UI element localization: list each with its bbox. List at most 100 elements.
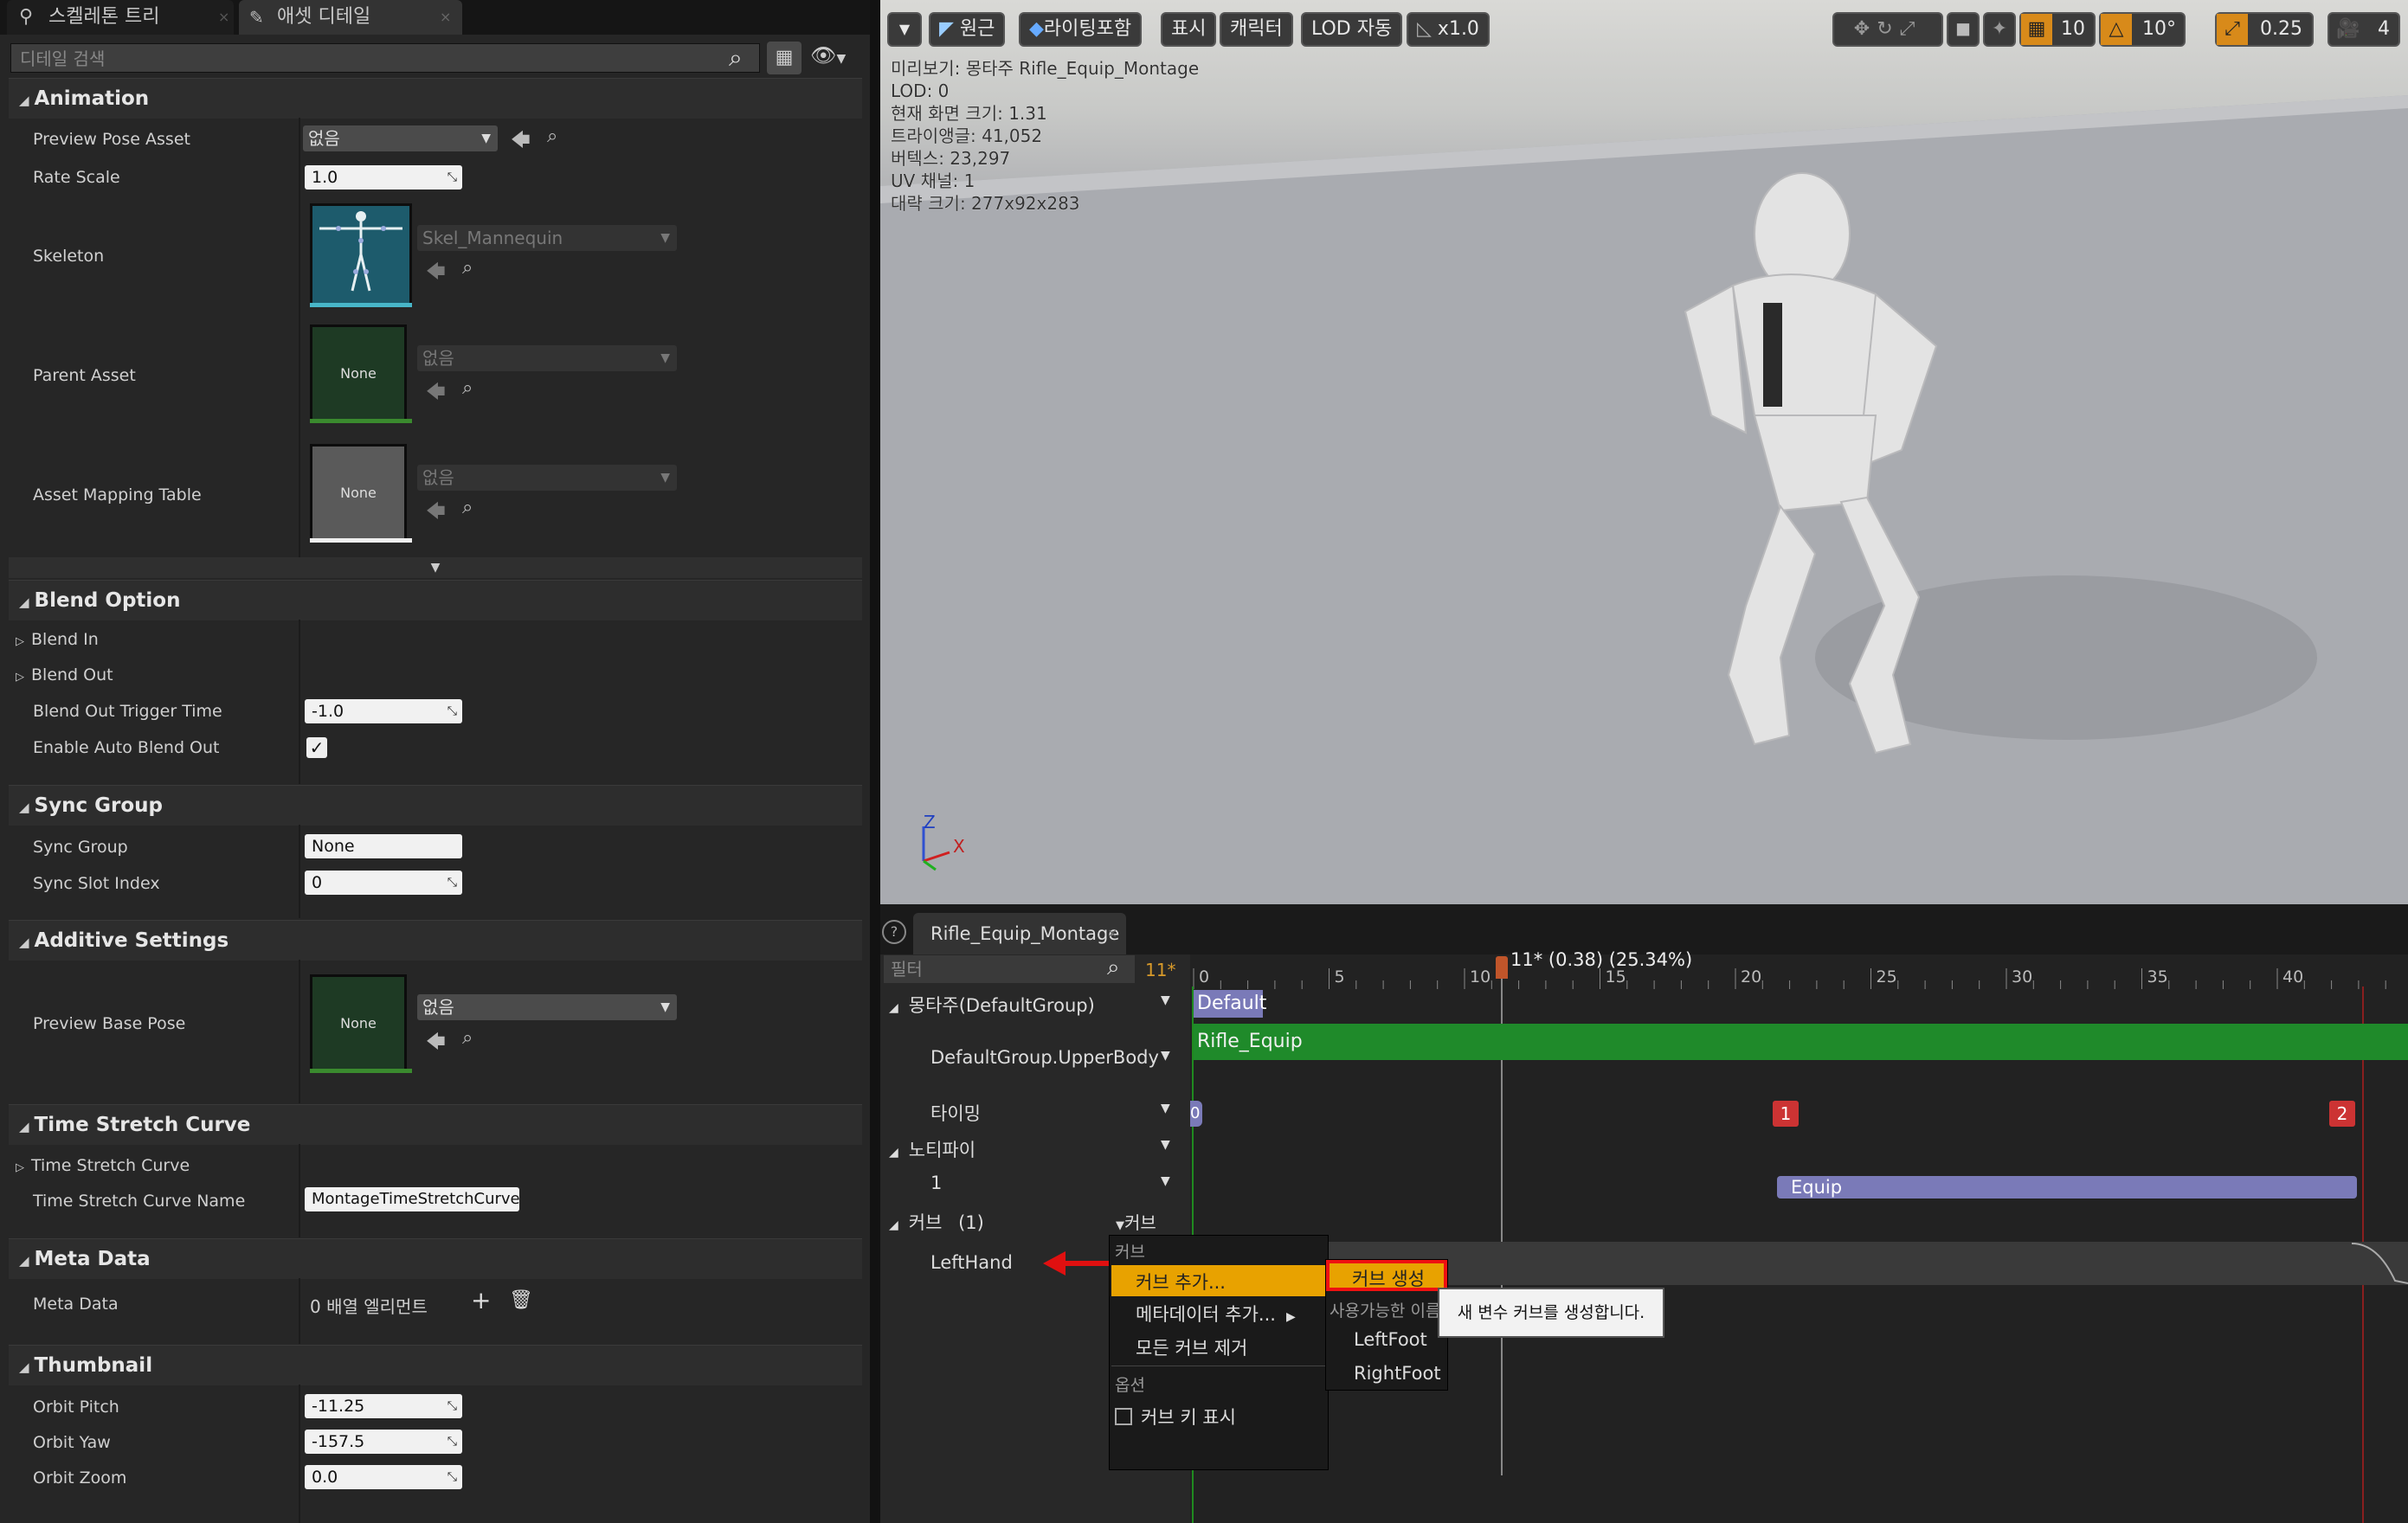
expand-advanced-button[interactable]: ▼ <box>9 557 862 578</box>
timing-marker-2[interactable]: 2 <box>2329 1101 2355 1127</box>
track-notify-1[interactable]: 1 ▼ <box>930 1173 1183 1193</box>
browse-search-icon[interactable]: ⌕ <box>547 125 557 147</box>
track-slot-upperbody[interactable]: DefaultGroup.UpperBody ▼ <box>930 1047 1183 1068</box>
info-line: LOD: 0 <box>891 80 950 101</box>
preview-base-pose-dropdown[interactable]: 없음 ▼ <box>417 994 677 1020</box>
section-time-stretch-curve[interactable]: ◢ Time Stretch Curve <box>9 1104 862 1145</box>
track-montage-group[interactable]: ◢ 몽타주(DefaultGroup) ▼ <box>889 992 1183 1018</box>
surface-snap-button[interactable]: ✦ <box>1983 12 2016 47</box>
help-icon[interactable]: ? <box>882 920 906 944</box>
chevron-down-icon[interactable]: ▼ <box>1161 993 1170 1007</box>
trash-icon[interactable]: 🗑 <box>509 1289 533 1311</box>
tab-skeleton-tree[interactable]: ⚲ 스켈레톤 트리 × <box>7 0 234 35</box>
time-stretch-curve-name-field[interactable]: MontageTimeStretchCurve <box>305 1187 520 1211</box>
timeline-ruler[interactable]: 0 5 10 15 20 25 30 35 40 <box>1190 954 2408 989</box>
track-curve-lefthand[interactable]: LeftHand <box>930 1252 1013 1273</box>
orbit-zoom-field[interactable]: 0.0 ⤡ <box>305 1465 462 1489</box>
asset-mapping-table-thumbnail[interactable]: None <box>310 444 407 541</box>
chevron-down-icon[interactable]: ▼ <box>1161 1174 1170 1188</box>
menu-item-rightfoot[interactable]: RightFoot <box>1354 1363 1441 1384</box>
chevron-down-icon[interactable]: ▼ <box>1161 1049 1170 1063</box>
track-notifies[interactable]: ◢ 노티파이 ▼ <box>889 1136 1183 1162</box>
preview-base-pose-thumbnail[interactable]: None <box>310 974 407 1071</box>
lod-auto-button[interactable]: LOD 자동 <box>1301 12 1403 47</box>
use-selected-arrow-icon[interactable]: 🡄 <box>511 125 531 158</box>
panel-splitter[interactable] <box>870 0 880 1523</box>
tab-close-icon[interactable]: × <box>1107 913 1117 954</box>
section-thumbnail[interactable]: ◢ Thumbnail <box>9 1345 862 1385</box>
timing-marker-start[interactable]: 0 <box>1190 1101 1202 1127</box>
browse-search-icon[interactable]: ⌕ <box>462 257 473 279</box>
transform-tools-group[interactable]: ✥↻⤢ <box>1832 12 1943 47</box>
chevron-down-icon[interactable]: ▼ <box>1161 1138 1170 1152</box>
tab-rifle-equip-montage[interactable]: Rifle_Equip_Montage × <box>913 913 1126 954</box>
current-frame-field[interactable]: 11* <box>1145 960 1175 980</box>
track-filter-input[interactable]: 필터 <box>884 955 1135 983</box>
tab-asset-details[interactable]: ✎ 애셋 디테일 × <box>239 0 462 35</box>
grid-snap-button[interactable]: ▦ 10 <box>2019 12 2096 47</box>
perspective-button[interactable]: ◤ 원근 <box>929 12 1006 47</box>
use-selected-arrow-icon[interactable]: 🡄 <box>426 1027 446 1060</box>
playhead-handle[interactable] <box>1496 956 1508 979</box>
asset-mapping-table-dropdown[interactable]: 없음 ▼ <box>417 465 677 491</box>
blend-out-row[interactable]: ▷ Blend Out <box>16 665 113 684</box>
orbit-pitch-field[interactable]: -11.25 ⤡ <box>305 1394 462 1418</box>
lighting-mode-button[interactable]: ◆라이팅포함 <box>1019 12 1143 47</box>
menu-item-add-metadata[interactable]: 메타데이터 추가... ▶ <box>1136 1301 1296 1327</box>
section-animation[interactable]: ◢ Animation <box>9 78 862 119</box>
section-sync-group[interactable]: ◢ Sync Group <box>9 785 862 826</box>
camera-speed-button[interactable]: 🎥 4 <box>2328 12 2400 47</box>
parent-asset-thumbnail[interactable]: None <box>310 325 407 421</box>
tab-close-icon[interactable]: × <box>218 0 229 35</box>
preview-pose-asset-dropdown[interactable]: 없음 ▼ <box>303 125 498 151</box>
show-button[interactable]: 표시 <box>1161 12 1217 47</box>
blend-in-row[interactable]: ▷ Blend In <box>16 630 99 649</box>
use-selected-arrow-icon[interactable]: 🡄 <box>426 497 446 530</box>
playback-speed-button[interactable]: ◺ x1.0 <box>1407 12 1490 47</box>
chevron-down-icon[interactable]: ▼ <box>1161 1102 1170 1115</box>
browse-search-icon[interactable]: ⌕ <box>462 377 473 399</box>
notify-state-equip[interactable]: Equip <box>1777 1176 2357 1198</box>
sync-slot-index-field[interactable]: 0 ⤡ <box>305 871 462 895</box>
character-button[interactable]: 캐릭터 <box>1220 12 1293 47</box>
browse-search-icon[interactable]: ⌕ <box>462 497 473 518</box>
menu-item-remove-all-curves[interactable]: 모든 커브 제거 <box>1136 1334 1247 1360</box>
sync-group-field[interactable]: None <box>305 834 462 858</box>
browse-search-icon[interactable]: ⌕ <box>462 1027 473 1049</box>
preview-viewport[interactable]: ▼ ◤ 원근 ◆라이팅포함 표시 캐릭터 LOD 자동 ◺ x1.0 ✥↻⤢ ◼… <box>880 0 2408 904</box>
asset-details-icon: ✎ <box>249 7 264 28</box>
viewport-options-button[interactable]: ▼ <box>887 12 922 47</box>
enable-auto-blend-out-checkbox[interactable]: ✓ <box>306 737 327 758</box>
ruler-label: 20 <box>1741 967 1761 986</box>
section-meta-data[interactable]: ◢ Meta Data <box>9 1238 862 1279</box>
menu-item-leftfoot[interactable]: LeftFoot <box>1354 1329 1427 1350</box>
orbit-yaw-field[interactable]: -157.5 ⤡ <box>305 1430 462 1454</box>
use-selected-arrow-icon[interactable]: 🡄 <box>426 257 446 290</box>
add-element-icon[interactable]: + <box>471 1286 491 1314</box>
section-default[interactable]: Default <box>1194 990 1266 1018</box>
grid-snap-icon: ▦ <box>2021 14 2052 45</box>
menu-item-show-curve-keys[interactable]: 커브 키 표시 <box>1115 1404 1236 1430</box>
segment-rifle-equip[interactable]: Rifle_Equip <box>1194 1024 2408 1060</box>
collapse-triangle-icon: ◢ <box>19 935 29 950</box>
time-stretch-curve-row[interactable]: ▷ Time Stretch Curve <box>16 1156 190 1175</box>
details-search-input[interactable]: 디테일 검색 <box>10 43 760 73</box>
skeleton-thumbnail[interactable] <box>310 203 412 307</box>
blend-out-trigger-time-field[interactable]: -1.0 ⤡ <box>305 699 462 723</box>
scale-snap-button[interactable]: ⤢ 0.25 <box>2215 12 2314 47</box>
section-blend-option[interactable]: ◢ Blend Option <box>9 580 862 620</box>
section-additive-settings[interactable]: ◢ Additive Settings <box>9 920 862 961</box>
use-selected-arrow-icon[interactable]: 🡄 <box>426 377 446 410</box>
track-timing[interactable]: 타이밍 ▼ <box>930 1100 1183 1126</box>
world-local-toggle[interactable]: ◼ <box>1947 12 1980 47</box>
timing-marker-1[interactable]: 1 <box>1773 1101 1799 1127</box>
parent-asset-dropdown[interactable]: 없음 ▼ <box>417 345 677 371</box>
property-matrix-button[interactable]: ▦ <box>767 42 802 74</box>
chevron-down-icon: ▼ <box>660 1000 670 1014</box>
angle-snap-button[interactable]: △ 10° <box>2099 12 2186 47</box>
visibility-options-button[interactable]: 👁▼ <box>810 43 846 67</box>
skeleton-dropdown[interactable]: Skel_Mannequin ▼ <box>417 225 677 251</box>
curves-dropdown-button[interactable]: ▼커브 <box>1116 1209 1156 1234</box>
rate-scale-field[interactable]: 1.0 ⤡ <box>305 165 462 190</box>
tab-close-icon[interactable]: × <box>440 0 451 35</box>
